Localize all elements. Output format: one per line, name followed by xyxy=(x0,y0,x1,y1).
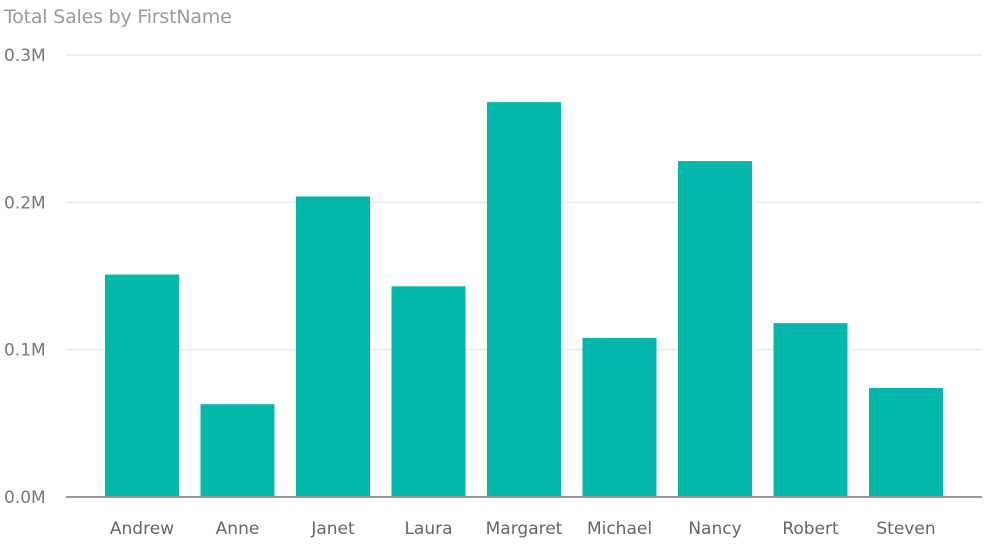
x-tick-label: Janet xyxy=(310,519,355,539)
y-tick-label: 0.2M xyxy=(4,193,46,213)
y-tick-label: 0.1M xyxy=(4,341,46,361)
bar-margaret[interactable] xyxy=(487,102,561,497)
x-tick-label: Anne xyxy=(216,519,260,539)
y-tick-label: 0.0M xyxy=(4,488,46,508)
x-axis-labels: Andrew Anne Janet Laura Margaret Michael Nancy… xyxy=(110,519,936,539)
bar-michael[interactable] xyxy=(582,337,657,497)
bar-nancy[interactable] xyxy=(678,161,752,497)
x-tick-label: Laura xyxy=(404,519,452,539)
bar-steven[interactable] xyxy=(869,387,943,497)
x-tick-label: Andrew xyxy=(110,519,174,539)
bar-andrew[interactable] xyxy=(105,274,179,497)
bar-laura[interactable] xyxy=(391,286,466,497)
bars xyxy=(105,102,943,497)
x-tick-label: Michael xyxy=(587,519,652,539)
bar-anne[interactable] xyxy=(200,404,275,497)
x-tick-label: Robert xyxy=(782,519,839,539)
y-axis-ticks: 0.0M 0.1M 0.2M 0.3M xyxy=(4,46,46,508)
bar-robert[interactable] xyxy=(773,323,848,497)
x-tick-label: Nancy xyxy=(688,519,741,539)
y-tick-label: 0.3M xyxy=(4,46,46,66)
bar-janet[interactable] xyxy=(296,196,370,497)
x-tick-label: Steven xyxy=(876,519,935,539)
x-tick-label: Margaret xyxy=(486,519,563,539)
bar-chart: 0.0M 0.1M 0.2M 0.3M Andrew Anne Janet Laura Mar… xyxy=(4,46,982,539)
